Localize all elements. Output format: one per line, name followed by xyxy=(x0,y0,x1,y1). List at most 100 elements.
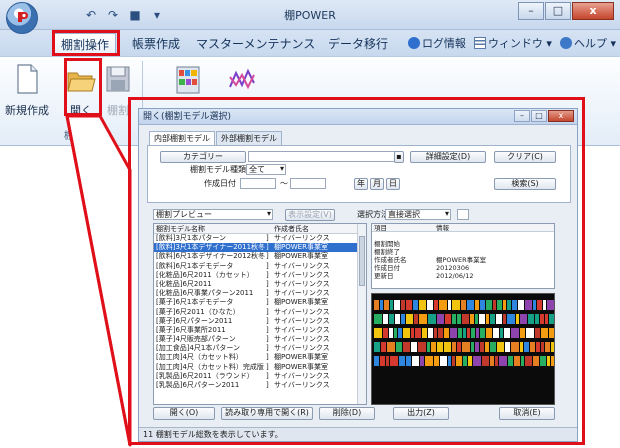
table-row[interactable]: [菓子]6尺事業所2011] サイバーリンクス xyxy=(154,326,366,335)
tab-master-maintenance[interactable]: マスターメンテナンス xyxy=(190,33,321,55)
row-model-name: [乳製品]6尺パターン2011 xyxy=(156,381,240,389)
row-author: サイバーリンクス xyxy=(274,325,330,334)
product-facing xyxy=(374,328,382,338)
product-facing xyxy=(383,328,388,338)
close-button[interactable]: x xyxy=(572,2,614,20)
search-button[interactable]: 検索(S) xyxy=(494,178,556,190)
table-row[interactable]: [菓子]6尺パターン2011] サイバーリンクス xyxy=(154,317,366,326)
table-row[interactable]: [飲料]6尺1本デザイナー2012秋冬] 棚POWER事業室 xyxy=(154,252,366,261)
tab-internal-model[interactable]: 内部棚割モデル xyxy=(149,131,215,145)
tab-tanawari-sousa[interactable]: 棚割操作 xyxy=(54,33,117,55)
log-info-menu[interactable]: ログ情報 xyxy=(407,35,466,51)
product-facing xyxy=(503,300,506,310)
app-window: ↶ ↷ ■ ▾ 棚POWER – □ x 棚割操作 帳票作成 マスターメンテナン… xyxy=(0,0,620,448)
detail-settings-button[interactable]: 詳細設定(D) xyxy=(410,151,486,163)
table-row[interactable]: [乳製品]6尺2011（ラウンド）] サイバーリンクス xyxy=(154,372,366,381)
product-facing xyxy=(456,356,462,366)
dialog-status-bar: 11 棚割モデル総数を表示しています。 xyxy=(139,427,577,441)
print-button[interactable]: 出力(Z) xyxy=(393,407,449,420)
product-facing xyxy=(496,314,502,324)
delete-button[interactable]: 削除(D) xyxy=(319,407,375,420)
product-facing xyxy=(461,300,466,310)
new-button[interactable]: 新規作成 xyxy=(2,63,52,118)
help-icon xyxy=(559,37,572,49)
row-author: サイバーリンクス xyxy=(274,335,330,344)
open-dialog-button[interactable]: 開く(O) xyxy=(153,407,215,420)
product-facing xyxy=(396,342,402,352)
prop-col-item: 項目 xyxy=(374,224,387,232)
table-row[interactable]: [乳製品]6尺パターン2011] サイバーリンクス xyxy=(154,381,366,390)
table-row[interactable]: [飲料]6尺1本デモデータ] サイバーリンクス xyxy=(154,262,366,271)
dialog-maximize-button[interactable]: □ xyxy=(531,110,547,122)
product-facing xyxy=(525,300,532,310)
product-facing xyxy=(462,342,470,352)
maximize-button[interactable]: □ xyxy=(545,2,571,20)
tab-chouhyou-sakusei[interactable]: 帳票作成 xyxy=(126,33,186,55)
product-facing xyxy=(507,314,515,324)
category-field[interactable] xyxy=(248,151,398,162)
cancel-button[interactable]: 取消(E) xyxy=(499,407,555,420)
model-type-select[interactable]: 全て xyxy=(246,164,286,175)
col-author: 作成者氏名 xyxy=(274,225,309,233)
table-row[interactable]: [化粧品]6尺2011（カセット）] サイバーリンクス xyxy=(154,271,366,280)
window-menu[interactable]: ウィンドウ ▾ xyxy=(473,35,552,51)
clear-button[interactable]: クリア(C) xyxy=(494,151,556,163)
row-model-name: [飲料]3尺1本デザイナー2011秋冬 xyxy=(156,243,266,252)
tab-data-ikou[interactable]: データ移行 xyxy=(322,33,394,55)
display-settings-button[interactable]: 表示設定(V) xyxy=(285,209,335,221)
dialog-close-button[interactable]: x xyxy=(548,110,574,122)
table-row[interactable]: [菓子]6尺2011（ひなた）] サイバーリンクス xyxy=(154,308,366,317)
shelf-layout-button[interactable] xyxy=(168,63,208,102)
table-row[interactable]: [化粧品]6尺2011] サイバーリンクス xyxy=(154,280,366,289)
date-to-field[interactable] xyxy=(290,178,326,189)
table-row[interactable]: [化粧品]6尺事業パターン2011] サイバーリンクス xyxy=(154,289,366,298)
product-facing xyxy=(434,356,439,366)
select-mode-field[interactable] xyxy=(457,209,469,220)
analysis-chart-button[interactable] xyxy=(222,63,262,102)
product-facing xyxy=(386,356,389,366)
table-row[interactable]: [加工肉]4尺（カセット料）完成版] 棚POWER事業室 xyxy=(154,363,366,372)
category-button[interactable]: カテゴリー xyxy=(160,151,246,163)
product-facing xyxy=(541,328,548,338)
day-button[interactable]: 日 xyxy=(386,178,400,190)
product-facing xyxy=(390,356,398,366)
product-facing xyxy=(374,356,379,366)
product-facing xyxy=(448,300,451,310)
help-menu[interactable]: ヘルプ ▾ xyxy=(559,35,616,51)
row-author: サイバーリンクス xyxy=(274,371,330,380)
date-from-field[interactable] xyxy=(240,178,276,189)
month-button[interactable]: 月 xyxy=(370,178,384,190)
product-facing xyxy=(389,328,393,338)
model-list[interactable]: 棚割モデル名称 作成者氏名 [飲料]3尺1本パターン] サイバーリンクス [飲料]3… xyxy=(153,223,367,405)
open-button[interactable]: 開く xyxy=(58,63,104,118)
table-row[interactable]: [加工肉]4尺（カセット料）] 棚POWER事業室 xyxy=(154,353,366,362)
table-row[interactable]: [飲料]3尺1本デザイナー2011秋冬] 棚POWER事業室 xyxy=(154,243,366,253)
product-facing xyxy=(394,300,400,310)
table-row[interactable]: [菓子]4尺販売部パターン] サイバーリンクス xyxy=(154,335,366,344)
open-readonly-button[interactable]: 読み取り専用で開く(R) xyxy=(221,407,313,420)
year-button[interactable]: 年 xyxy=(354,178,368,190)
overwrite-save-button[interactable]: 棚割 xyxy=(102,63,134,118)
select-mode-select[interactable]: 直接選択 xyxy=(385,209,451,220)
shelf-row xyxy=(372,328,554,338)
product-facing xyxy=(536,342,540,352)
shelf-row xyxy=(372,314,554,324)
model-list-scrollbar[interactable] xyxy=(357,224,366,404)
application-menu-button[interactable] xyxy=(6,2,38,34)
dialog-title-bar: 開く(棚割モデル選択) – □ x xyxy=(139,109,577,125)
table-row[interactable]: [加工食品]4尺1本パターン] サイバーリンクス xyxy=(154,344,366,353)
dialog-minimize-button[interactable]: – xyxy=(514,110,530,122)
product-facing xyxy=(518,300,524,310)
product-facing xyxy=(535,328,540,338)
product-facing xyxy=(427,342,430,352)
category-picker-button[interactable]: ▪ xyxy=(394,151,404,163)
table-row[interactable]: [飲料]3尺1本パターン] サイバーリンクス xyxy=(154,234,366,243)
line-chart-icon xyxy=(229,68,255,90)
product-facing xyxy=(389,314,394,324)
preview-select[interactable]: 棚割プレビュー xyxy=(153,209,273,220)
minimize-button[interactable]: – xyxy=(518,2,544,20)
tab-external-model[interactable]: 外部棚割モデル xyxy=(216,131,282,145)
shelf-row xyxy=(372,356,554,366)
product-facing xyxy=(475,342,479,352)
table-row[interactable]: [菓子]6尺1本デモデータ] 棚POWER事業室 xyxy=(154,298,366,307)
